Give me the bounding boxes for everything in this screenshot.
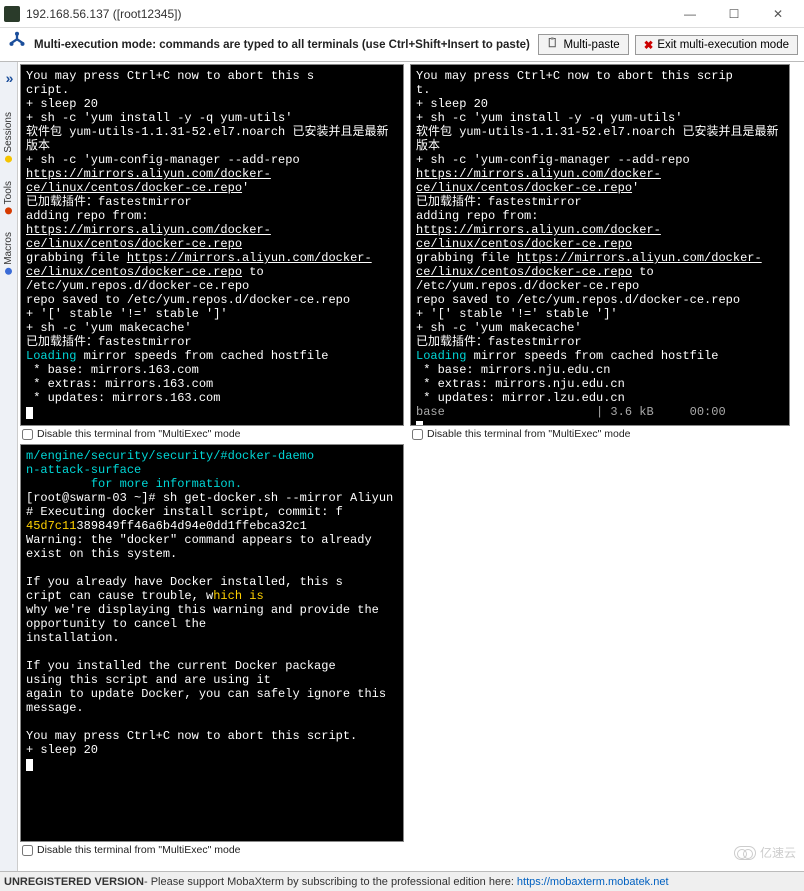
fork-icon xyxy=(6,31,28,58)
sidebar: » Sessions Tools Macros xyxy=(0,62,18,871)
terminal-2-wrap: You may press Ctrl+C now to abort this s… xyxy=(410,64,790,444)
disable-checkbox-1[interactable] xyxy=(22,429,33,440)
cursor-icon xyxy=(26,759,33,771)
status-bar: UNREGISTERED VERSION - Please support Mo… xyxy=(0,871,804,891)
status-link[interactable]: https://mobaxterm.mobatek.net xyxy=(517,876,669,888)
terminal-3[interactable]: m/engine/security/security/#docker-daemo… xyxy=(20,444,404,842)
disable-terminal-2[interactable]: Disable this terminal from "MultiExec" m… xyxy=(410,426,790,444)
sidebar-sessions[interactable]: Sessions xyxy=(3,112,14,163)
terminal-1-wrap: You may press Ctrl+C now to abort this s… xyxy=(20,64,404,444)
window-controls: — ☐ ✕ xyxy=(668,0,800,28)
disable-checkbox-3[interactable] xyxy=(22,845,33,856)
terminal-2[interactable]: You may press Ctrl+C now to abort this s… xyxy=(410,64,790,426)
app-icon xyxy=(4,6,20,22)
disable-terminal-1[interactable]: Disable this terminal from "MultiExec" m… xyxy=(20,426,404,444)
disable-checkbox-2[interactable] xyxy=(412,429,423,440)
sidebar-macros[interactable]: Macros xyxy=(3,232,14,275)
multi-paste-button[interactable]: Multi-paste xyxy=(538,34,628,55)
terminal-3-wrap: m/engine/security/security/#docker-daemo… xyxy=(20,444,404,860)
exit-multiexec-button[interactable]: ✖ Exit multi-execution mode xyxy=(635,35,798,55)
multi-paste-label: Multi-paste xyxy=(563,39,619,51)
terminal-1[interactable]: You may press Ctrl+C now to abort this s… xyxy=(20,64,404,426)
terminals-grid: You may press Ctrl+C now to abort this s… xyxy=(18,62,804,871)
sidebar-tools[interactable]: Tools xyxy=(3,181,14,214)
content-area: » Sessions Tools Macros You may press Ct… xyxy=(0,62,804,871)
window-title: 192.168.56.137 ([root12345]) xyxy=(26,7,181,21)
x-icon: ✖ xyxy=(644,38,654,52)
multiexec-toolbar: Multi-execution mode: commands are typed… xyxy=(0,28,804,62)
status-bold: UNREGISTERED VERSION xyxy=(4,876,144,888)
minimize-button[interactable]: — xyxy=(668,0,712,28)
watermark-icon xyxy=(734,846,756,860)
close-button[interactable]: ✕ xyxy=(756,0,800,28)
watermark: 亿速云 xyxy=(734,844,796,861)
paste-icon xyxy=(547,37,559,52)
maximize-button[interactable]: ☐ xyxy=(712,0,756,28)
status-text: - Please support MobaXterm by subscribin… xyxy=(144,876,514,888)
titlebar: 192.168.56.137 ([root12345]) — ☐ ✕ xyxy=(0,0,804,28)
chevron-icon[interactable]: » xyxy=(6,70,10,86)
cursor-icon xyxy=(26,407,33,419)
exit-multiexec-label: Exit multi-execution mode xyxy=(657,39,789,51)
multiexec-message: Multi-execution mode: commands are typed… xyxy=(34,39,530,51)
disable-terminal-3[interactable]: Disable this terminal from "MultiExec" m… xyxy=(20,842,404,860)
